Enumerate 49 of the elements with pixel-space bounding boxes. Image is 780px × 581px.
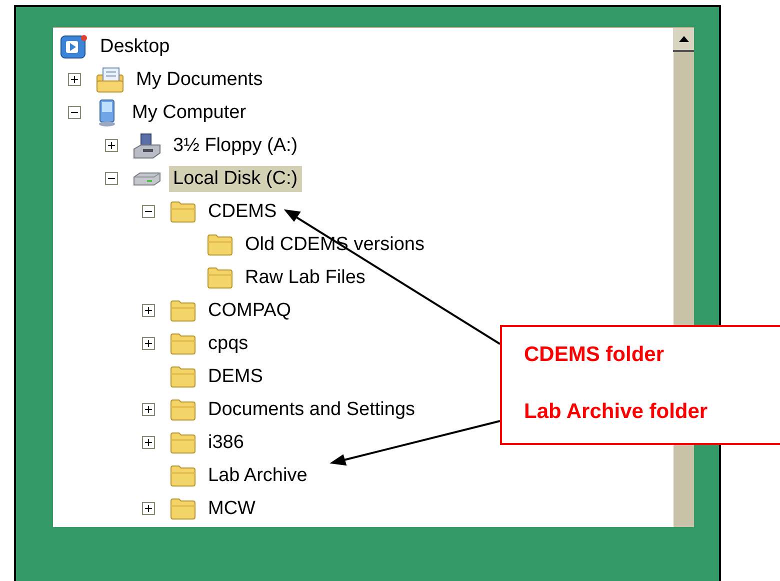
folder-icon [170,464,196,486]
desktop-icon [60,34,88,60]
documents-folder-icon [96,66,124,92]
folder-icon [170,398,196,420]
tree-item[interactable]: Documents and Settings [204,396,420,422]
expand-toggle[interactable] [105,139,118,152]
plus-icon [144,339,153,348]
collapse-toggle[interactable] [105,172,118,185]
plus-icon [144,504,153,513]
plus-icon [144,405,153,414]
folder-icon [207,266,233,288]
tree-item[interactable]: Lab Archive [204,462,312,488]
tree-item[interactable]: COMPAQ [204,298,296,324]
tree-item[interactable]: cpqs [204,330,252,356]
scroll-track[interactable] [673,443,694,527]
expand-toggle[interactable] [142,337,155,350]
folder-icon [170,332,196,354]
plus-icon [70,75,79,84]
tree-item[interactable]: MCW [204,496,260,522]
tree-item[interactable]: i386 [204,430,248,456]
folder-icon [170,432,196,454]
callout-text: CDEMS folder [524,342,664,368]
scroll-up-button[interactable] [673,28,694,52]
expand-toggle[interactable] [68,73,81,86]
folder-icon [170,366,196,388]
tree-item[interactable]: DEMS [204,364,267,390]
expand-toggle[interactable] [142,403,155,416]
expand-toggle[interactable] [142,436,155,449]
tree-item[interactable]: My Computer [128,100,250,126]
tree-item[interactable]: Local Disk (C:) [169,166,302,192]
collapse-toggle[interactable] [142,205,155,218]
folder-icon [170,498,196,520]
collapse-toggle[interactable] [68,106,81,119]
plus-icon [144,438,153,447]
triangle-up-icon [678,36,688,42]
callout-text: Lab Archive folder [524,399,708,425]
tree-item[interactable]: Raw Lab Files [241,264,370,290]
tree-item[interactable]: CDEMS [204,198,281,224]
tree-item[interactable]: Desktop [96,34,174,60]
tree-item[interactable]: 3½ Floppy (A:) [169,132,302,158]
folder-icon [207,234,233,256]
floppy-drive-icon [133,132,161,158]
folder-icon [170,300,196,322]
expand-toggle[interactable] [142,304,155,317]
expand-toggle[interactable] [142,502,155,515]
plus-icon [107,141,116,150]
folder-icon [170,200,196,222]
plus-icon [144,306,153,315]
tree-item[interactable]: My Documents [132,66,267,92]
